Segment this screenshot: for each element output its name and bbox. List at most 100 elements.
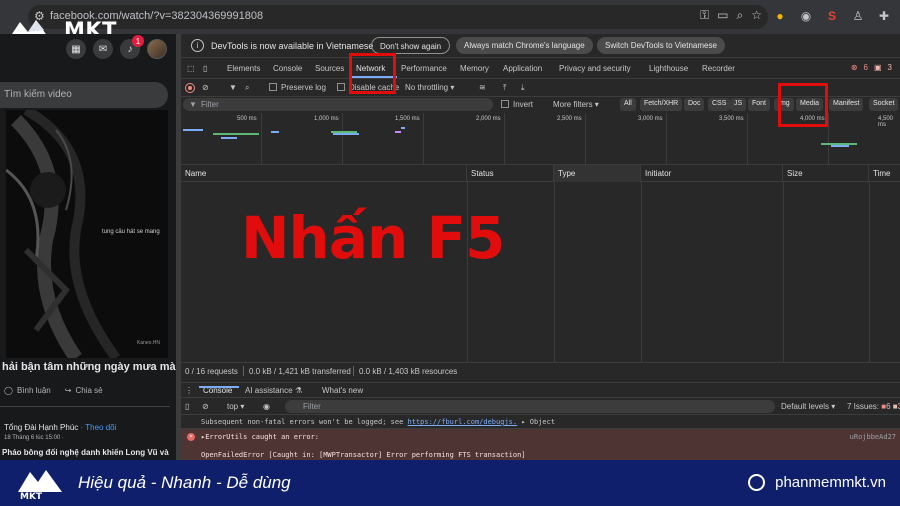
tab-elements[interactable]: Elements (227, 64, 260, 73)
extension-camera-icon[interactable]: ◉ (798, 8, 814, 24)
share-label: Chia sẻ (75, 386, 103, 395)
post-text[interactable]: Pháo bông đối nghệ danh khiến Long Vũ và (2, 448, 169, 457)
column-type[interactable]: Type (554, 165, 641, 182)
chip-socket[interactable]: Socket (869, 98, 899, 111)
tab-sources[interactable]: Sources (315, 64, 344, 73)
match-chrome-language-button[interactable]: Always match Chrome's language (456, 37, 593, 54)
extension-figure-icon[interactable]: ♙ (850, 8, 866, 24)
throttling-select[interactable]: No throttling ▾ (405, 83, 454, 92)
tab-console[interactable]: Console (273, 64, 302, 73)
context-select[interactable]: top ▾ (227, 402, 244, 411)
timeline-tick: 3,500 ms (719, 116, 744, 122)
cast-icon[interactable]: ▭ (717, 8, 728, 23)
issues-link[interactable]: 7 Issues: ■6 ■3 (847, 402, 900, 411)
network-request-list[interactable]: Nhấn F5 (181, 182, 900, 362)
column-status[interactable]: Status (467, 165, 554, 182)
video-lyric-text: tung câu hát se mang (102, 229, 160, 235)
extension-cookie-icon[interactable]: ● (772, 8, 788, 24)
error-text[interactable]: ▸ErrorUtils caught an error: (201, 433, 319, 441)
column-size[interactable]: Size (783, 165, 869, 182)
chip-js[interactable]: JS (730, 98, 747, 111)
error-source-link[interactable]: uRojbbeAd27 (850, 433, 896, 441)
device-toggle-icon[interactable]: ▯ (203, 64, 207, 73)
error-detail-text: OpenFailedError [Caught in: [MWPTransact… (201, 451, 526, 459)
dont-show-again-button[interactable]: Don't show again (371, 37, 451, 54)
chip-fetch-xhr[interactable]: Fetch/XHR (640, 98, 683, 111)
record-stop-button[interactable] (185, 83, 195, 93)
tab-application[interactable]: Application (503, 64, 542, 73)
search-icon[interactable]: ⌕ (245, 83, 249, 93)
notifications-bell-icon[interactable]: ♪ 1 (120, 35, 144, 59)
sidebar-toggle-icon[interactable]: ▯ (185, 402, 189, 411)
chip-font[interactable]: Font (748, 98, 771, 111)
devtools-tabbar: ⬚ ▯ Elements Console Sources Network Per… (181, 59, 900, 79)
timeline-tick: 500 ms (237, 116, 257, 122)
tab-memory[interactable]: Memory (460, 64, 489, 73)
live-expression-eye-icon[interactable]: ◉ (263, 402, 270, 411)
console-filter-input[interactable]: Filter (285, 400, 775, 413)
video-search-input[interactable]: Tìm kiếm video (0, 82, 168, 108)
log-levels-select[interactable]: Default levels ▾ (781, 402, 835, 411)
follow-link[interactable]: · Theo dõi (81, 423, 117, 432)
column-name[interactable]: Name (181, 165, 467, 182)
bookmark-star-icon[interactable]: ☆ (751, 8, 762, 23)
object-expander[interactable]: ▸ Object (521, 418, 555, 426)
issue-counter[interactable]: ⊗ 6 ▣ 3 (851, 63, 892, 72)
extensions-puzzle-icon[interactable]: ✚ (876, 8, 892, 24)
column-time[interactable]: Time (869, 165, 900, 182)
comment-button[interactable]: ◯ Bình luận (4, 386, 51, 395)
tab-performance[interactable]: Performance (401, 64, 447, 73)
timeline-gridline (828, 113, 829, 165)
messenger-icon[interactable]: ✉ (93, 39, 113, 59)
drawer-menu-icon[interactable]: ⋮ (185, 386, 193, 395)
filter-funnel-icon[interactable]: ▼ (229, 83, 237, 92)
console-clear-icon[interactable]: ⊘ (202, 402, 209, 411)
chip-manifest[interactable]: Manifest (829, 98, 864, 111)
chip-all[interactable]: All (620, 98, 636, 111)
import-har-icon[interactable]: ⤒ (503, 83, 507, 93)
timeline-gridline (504, 113, 505, 165)
menu-grid-icon[interactable]: ▦ (66, 39, 86, 59)
banner-website[interactable]: phanmemmkt.vn (775, 474, 886, 491)
post-author[interactable]: Tổng Đài Hạnh Phúc · Theo dõi (4, 423, 116, 432)
video-player[interactable]: tung câu hát se mang Kaneo.HN (6, 110, 168, 358)
drawer-tab-whats-new[interactable]: What's new (322, 386, 363, 395)
share-button[interactable]: ↪ Chia sẻ (65, 386, 103, 395)
debugjs-link[interactable]: https://fburl.com/debugjs. (408, 418, 518, 426)
console-filter-placeholder: Filter (303, 402, 321, 411)
password-key-icon[interactable]: ⚿ (700, 8, 709, 23)
post-author-name[interactable]: Tổng Đài Hạnh Phúc (4, 423, 78, 432)
switch-to-vietnamese-button[interactable]: Switch DevTools to Vietnamese (597, 37, 725, 54)
chip-doc[interactable]: Doc (684, 98, 705, 111)
post-date: 18 Tháng 6 lúc 15:00 · (4, 435, 64, 441)
profile-avatar[interactable] (147, 39, 167, 59)
press-f5-instruction: Nhấn F5 (241, 204, 505, 272)
zoom-icon[interactable]: ⌕ (737, 8, 744, 23)
tab-privacy-security[interactable]: Privacy and security (559, 64, 631, 73)
column-divider (783, 182, 784, 362)
column-divider (641, 182, 642, 362)
network-filter-input[interactable]: ▼ Filter (183, 98, 493, 111)
mkt-banner-logo-icon: MKT (18, 470, 62, 500)
network-conditions-icon[interactable]: ≋ (479, 83, 486, 92)
clear-icon[interactable]: ⊘ (202, 83, 209, 92)
preserve-log-checkbox[interactable]: Preserve log (269, 83, 326, 92)
extension-s-icon[interactable]: S (824, 8, 840, 24)
column-initiator[interactable]: Initiator (641, 165, 783, 182)
request-count: 0 / 16 requests (185, 367, 238, 376)
chip-css[interactable]: CSS (708, 98, 731, 111)
inspect-icon[interactable]: ⬚ (187, 64, 195, 73)
tab-lighthouse[interactable]: Lighthouse (649, 64, 688, 73)
highlight-network-tab (349, 53, 396, 94)
tab-recorder[interactable]: Recorder (702, 64, 735, 73)
export-har-icon[interactable]: ⤓ (521, 83, 525, 93)
video-title[interactable]: hải bận tâm những ngày mưa mà q (2, 361, 176, 373)
invert-checkbox[interactable]: Invert (501, 100, 533, 109)
summary-divider (353, 366, 354, 376)
warning-text: Subsequent non-fatal errors won't be log… (201, 418, 404, 426)
timeline-request-bar (395, 131, 401, 133)
more-filters-dropdown[interactable]: More filters ▾ (553, 100, 599, 109)
timeline-tick: 2,500 ms (557, 116, 582, 122)
drawer-tab-ai-assistance[interactable]: AI assistance (245, 386, 293, 395)
context-value: top (227, 402, 239, 411)
